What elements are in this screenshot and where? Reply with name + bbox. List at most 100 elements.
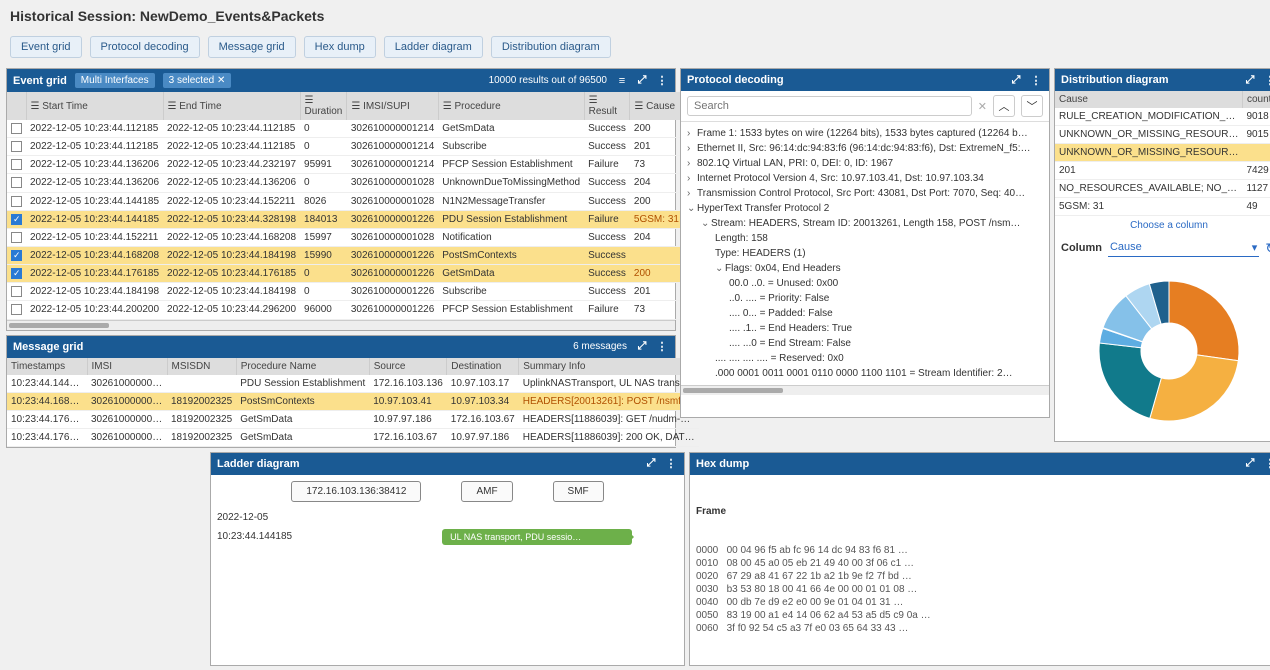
- tree-node[interactable]: .... 0... = Padded: False: [687, 306, 1043, 321]
- protocol-tree[interactable]: Frame 1: 1533 bytes on wire (12264 bits)…: [681, 122, 1049, 385]
- tree-node[interactable]: 00.0 ..0. = Unused: 0x00: [687, 276, 1043, 291]
- row-checkbox[interactable]: [11, 123, 22, 134]
- column-header[interactable]: ☰ Result: [584, 92, 630, 120]
- table-row[interactable]: 10:23:44.1761853026100000012…18192002325…: [7, 428, 699, 446]
- expand-icon[interactable]: ⤢: [1243, 457, 1257, 471]
- table-row[interactable]: 10:23:44.1441853026100000012…PDU Session…: [7, 375, 699, 393]
- table-row[interactable]: 2022-12-05 10:23:44.1121852022-12-05 10:…: [7, 120, 683, 138]
- tree-node[interactable]: Internet Protocol Version 4, Src: 10.97.…: [687, 171, 1043, 186]
- expand-icon[interactable]: ⤢: [635, 74, 649, 88]
- search-input[interactable]: [687, 96, 972, 116]
- tree-node[interactable]: HyperText Transfer Protocol 2: [687, 201, 1043, 216]
- multi-interfaces-badge[interactable]: Multi Interfaces: [75, 73, 155, 88]
- ladder-message-arrow[interactable]: UL NAS transport, PDU sessio…: [442, 529, 632, 545]
- table-row[interactable]: 2022-12-05 10:23:44.1121852022-12-05 10:…: [7, 138, 683, 156]
- column-select[interactable]: Cause ▾: [1108, 239, 1259, 257]
- tree-node[interactable]: ..0. .... = Priority: False: [687, 291, 1043, 306]
- table-row[interactable]: 2017429: [1055, 162, 1270, 180]
- tree-node[interactable]: .... .1.. = End Headers: True: [687, 321, 1043, 336]
- horizontal-scrollbar[interactable]: [7, 320, 675, 330]
- more-icon[interactable]: ⋮: [1263, 457, 1270, 471]
- column-header[interactable]: count: [1243, 91, 1270, 108]
- column-header[interactable]: ☰ Cause: [630, 92, 683, 120]
- tree-node[interactable]: Length: 158: [687, 231, 1043, 246]
- tree-node[interactable]: .... ...0 = End Stream: False: [687, 336, 1043, 351]
- tree-node[interactable]: 802.1Q Virtual LAN, PRI: 0, DEI: 0, ID: …: [687, 156, 1043, 171]
- tree-node[interactable]: .... .... .... .... = Reserved: 0x0: [687, 351, 1043, 366]
- tab-protocol-decoding[interactable]: Protocol decoding: [90, 36, 200, 58]
- refresh-icon[interactable]: ↻: [1265, 240, 1270, 257]
- tree-node[interactable]: Ethernet II, Src: 96:14:dc:94:83:f6 (96:…: [687, 141, 1043, 156]
- table-row[interactable]: 2022-12-05 10:23:44.1841982022-12-05 10:…: [7, 283, 683, 301]
- ladder-node[interactable]: 172.16.103.136:38412: [291, 481, 421, 502]
- tree-node[interactable]: Flags: 0x04, End Headers: [687, 261, 1043, 276]
- column-header[interactable]: ☰ Duration: [300, 92, 347, 120]
- table-row[interactable]: 2022-12-05 10:23:44.1441852022-12-05 10:…: [7, 192, 683, 210]
- pie-slice[interactable]: [1099, 343, 1161, 418]
- tab-distribution-diagram[interactable]: Distribution diagram: [491, 36, 611, 58]
- column-header[interactable]: Timestamps: [7, 358, 87, 375]
- table-row[interactable]: 2022-12-05 10:23:44.1761852022-12-05 10:…: [7, 265, 683, 283]
- expand-icon[interactable]: ⤢: [1009, 73, 1023, 87]
- row-checkbox[interactable]: [11, 232, 22, 243]
- tree-node[interactable]: Frame 1: 1533 bytes on wire (12264 bits)…: [687, 126, 1043, 141]
- column-header[interactable]: Destination: [447, 358, 519, 375]
- row-checkbox[interactable]: [11, 177, 22, 188]
- row-checkbox[interactable]: [11, 196, 22, 207]
- more-icon[interactable]: ⋮: [655, 74, 669, 88]
- row-checkbox[interactable]: [11, 141, 22, 152]
- table-row[interactable]: 2022-12-05 10:23:44.1441852022-12-05 10:…: [7, 210, 683, 228]
- table-row[interactable]: 10:23:44.1682083026100000012…18192002325…: [7, 392, 699, 410]
- table-row[interactable]: 10:23:44.1761853026100000012…18192002325…: [7, 410, 699, 428]
- table-row[interactable]: NO_RESOURCES_AVAILABLE; NO_AVAILA…1127: [1055, 180, 1270, 198]
- pie-slice[interactable]: [1150, 355, 1239, 421]
- row-checkbox[interactable]: [11, 250, 22, 261]
- tab-hex-dump[interactable]: Hex dump: [304, 36, 376, 58]
- expand-icon[interactable]: ⤢: [635, 340, 649, 354]
- tree-node[interactable]: Type: HEADERS (1): [687, 246, 1043, 261]
- row-checkbox[interactable]: [11, 304, 22, 315]
- expand-icon[interactable]: ⤢: [644, 457, 658, 471]
- table-row[interactable]: RULE_CREATION_MODIFICATION_FAILURE9018: [1055, 108, 1270, 126]
- tab-message-grid[interactable]: Message grid: [208, 36, 296, 58]
- table-row[interactable]: UNKNOWN_OR_MISSING_RESOURCE; UN…9015: [1055, 126, 1270, 144]
- expand-down-icon[interactable]: ﹀: [1021, 95, 1043, 117]
- row-checkbox[interactable]: [11, 286, 22, 297]
- pie-slice[interactable]: [1169, 281, 1239, 361]
- table-row[interactable]: 5GSM: 3149: [1055, 198, 1270, 216]
- more-icon[interactable]: ⋮: [1029, 73, 1043, 87]
- ladder-node[interactable]: AMF: [461, 481, 512, 502]
- column-header[interactable]: Source: [369, 358, 447, 375]
- choose-column-link[interactable]: Choose a column: [1055, 216, 1270, 235]
- clear-icon[interactable]: ✕: [978, 100, 987, 113]
- collapse-up-icon[interactable]: ︿: [993, 95, 1015, 117]
- row-checkbox[interactable]: [11, 268, 22, 279]
- filter-icon[interactable]: ≡: [615, 74, 629, 88]
- column-header[interactable]: Procedure Name: [236, 358, 369, 375]
- table-row[interactable]: UNKNOWN_OR_MISSING_RESOURCE; UNKNOWN_OR_…: [1055, 144, 1270, 162]
- row-checkbox[interactable]: [11, 159, 22, 170]
- more-icon[interactable]: ⋮: [655, 340, 669, 354]
- selected-count-badge[interactable]: 3 selected ✕: [163, 73, 232, 88]
- table-row[interactable]: 2022-12-05 10:23:44.2002002022-12-05 10:…: [7, 301, 683, 319]
- table-row[interactable]: 2022-12-05 10:23:44.1362062022-12-05 10:…: [7, 174, 683, 192]
- column-header[interactable]: ☰ Procedure: [438, 92, 584, 120]
- table-row[interactable]: 2022-12-05 10:23:44.1522112022-12-05 10:…: [7, 228, 683, 246]
- column-header[interactable]: MSISDN: [167, 358, 236, 375]
- tree-node[interactable]: .000 0001 0011 0001 0110 0000 1100 1101 …: [687, 366, 1043, 381]
- column-header[interactable]: Summary Info: [519, 358, 699, 375]
- tab-event-grid[interactable]: Event grid: [10, 36, 82, 58]
- more-icon[interactable]: ⋮: [1263, 73, 1270, 87]
- more-icon[interactable]: ⋮: [664, 457, 678, 471]
- column-header[interactable]: IMSI: [87, 358, 167, 375]
- column-header[interactable]: ☰ Start Time: [26, 92, 163, 120]
- tree-node[interactable]: Transmission Control Protocol, Src Port:…: [687, 186, 1043, 201]
- table-row[interactable]: 2022-12-05 10:23:44.1362062022-12-05 10:…: [7, 156, 683, 174]
- column-header[interactable]: Cause: [1055, 91, 1243, 108]
- tab-ladder-diagram[interactable]: Ladder diagram: [384, 36, 483, 58]
- table-row[interactable]: 2022-12-05 10:23:44.1682082022-12-05 10:…: [7, 246, 683, 264]
- column-header[interactable]: ☰ IMSI/SUPI: [347, 92, 438, 120]
- horizontal-scrollbar[interactable]: [681, 385, 1049, 395]
- expand-icon[interactable]: ⤢: [1243, 73, 1257, 87]
- column-header[interactable]: ☰ End Time: [163, 92, 300, 120]
